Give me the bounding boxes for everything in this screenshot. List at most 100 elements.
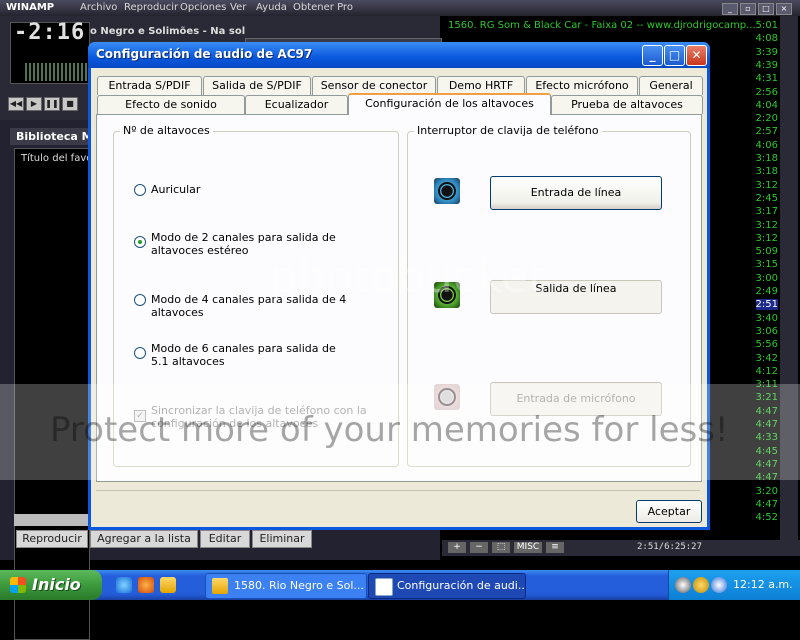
visualizer — [25, 63, 87, 81]
playlist-row-duration: 3:12 — [755, 232, 778, 244]
playlist-row-duration: 4:33 — [755, 432, 778, 444]
window-task-icon — [375, 578, 393, 596]
pause-button[interactable]: ❚❚ — [44, 97, 60, 111]
menu-reproducir[interactable]: Reproducir — [124, 2, 178, 13]
tab-equalizer[interactable]: Ecualizador — [245, 95, 348, 114]
speakers-group-label: Nº de altavoces — [120, 124, 213, 137]
playlist-footer: + − ⬚ MISC ≡ 2:51/6:25:27 — [442, 540, 800, 556]
task-audio-config[interactable]: Configuración de audi... — [368, 573, 526, 599]
playlist-row-duration: 2:45 — [755, 192, 778, 204]
playlist-add-button[interactable]: + — [448, 542, 466, 553]
playlist-row-duration: 3:20 — [755, 485, 778, 497]
playlist-row-duration: 3:12 — [755, 219, 778, 231]
playlist-scrollbar[interactable] — [780, 16, 798, 552]
radio-headphones-label[interactable]: Auricular — [151, 183, 381, 196]
winamp-tray-icon[interactable] — [693, 577, 709, 593]
stop-button[interactable]: ■ — [62, 97, 78, 111]
volume-icon[interactable] — [711, 577, 727, 593]
play-button[interactable]: ▶ — [26, 97, 42, 111]
tab-spdif-out[interactable]: Salida de S/PDIF — [203, 76, 311, 95]
winamp-song-title: o Negro e Solimões - Na sol — [90, 26, 246, 37]
playlist-row-duration: 3:18 — [755, 166, 778, 178]
winamp-time[interactable]: -2:16 — [14, 20, 85, 45]
menu-opciones[interactable]: Opciones — [180, 2, 226, 13]
footer-separator — [96, 490, 700, 491]
playlist-select-button[interactable]: ⬚ — [492, 542, 510, 553]
playlist-row-duration: 4:08 — [755, 33, 778, 45]
playlist-row-duration: 3:42 — [755, 352, 778, 364]
playlist-row-duration: 2:20 — [755, 113, 778, 125]
audio-manager-icon[interactable] — [675, 577, 691, 593]
minimize-button[interactable]: _ — [642, 45, 663, 66]
playlist-row-duration: 3:12 — [755, 179, 778, 191]
playlist-row-title: 1560. RG Som & Black Car - Faixa 02 -- w… — [448, 20, 756, 31]
radio-4-channel[interactable] — [134, 294, 146, 306]
winamp-quicklaunch-icon[interactable] — [160, 577, 176, 593]
playlist-list-button[interactable]: ≡ — [546, 542, 564, 553]
tab-sound-effect[interactable]: Efecto de sonido — [97, 95, 245, 114]
playlist-row-duration: 4:52 — [755, 512, 778, 524]
transport-controls: ◀◀ ▶ ❚❚ ■ — [8, 96, 80, 111]
playlist-row-duration: 3:21 — [755, 392, 778, 404]
tab-general[interactable]: General — [639, 76, 703, 95]
radio-6-channel[interactable] — [134, 347, 146, 359]
library-scrollbar[interactable] — [14, 514, 88, 526]
line-in-button[interactable]: Entrada de línea — [490, 176, 662, 210]
playlist-row-duration: 4:47 — [755, 458, 778, 470]
tab-spdif-in[interactable]: Entrada S/PDIF — [97, 76, 202, 95]
dialog-title: Configuración de audio de AC97 — [96, 47, 313, 61]
playlist-row-duration: 4:12 — [755, 365, 778, 377]
start-button[interactable]: Inicio — [0, 570, 102, 600]
playlist-row-duration: 2:56 — [755, 86, 778, 98]
maximize-button[interactable]: □ — [664, 45, 685, 66]
clock[interactable]: 12:12 a.m. — [733, 578, 793, 591]
radio-2-channel[interactable] — [134, 236, 146, 248]
playlist-row[interactable]: 1560. RG Som & Black Car - Faixa 02 -- w… — [442, 20, 778, 33]
playlist-row-duration: 2:49 — [755, 286, 778, 297]
tab-speaker-test[interactable]: Prueba de altavoces — [551, 95, 703, 114]
playlist-remove-button[interactable]: − — [470, 542, 488, 553]
playlist-row-duration: 4:47 — [755, 472, 778, 484]
playlist-row-duration: 4:04 — [755, 99, 778, 111]
playlist-row-duration: 5:01 — [755, 20, 778, 31]
winamp-maximize-button[interactable]: □ — [758, 3, 774, 15]
task-winamp-label: 1580. Rio Negro e Sol... — [234, 579, 364, 592]
playlist-row-duration: 2:57 — [755, 126, 778, 138]
winamp-shade-button[interactable]: ▫ — [740, 3, 756, 15]
dialog-titlebar[interactable]: Configuración de audio de AC97 _ □ ✕ — [88, 42, 710, 68]
previous-button[interactable]: ◀◀ — [8, 97, 24, 111]
task-winamp[interactable]: 1580. Rio Negro e Sol... — [205, 573, 367, 599]
delete-button[interactable]: Eliminar — [252, 530, 312, 548]
ie-icon[interactable] — [116, 577, 132, 593]
playlist-time: 2:51/6:25:27 — [637, 542, 703, 552]
mic-in-jack-icon — [434, 384, 460, 410]
playlist-row-duration: 3:40 — [755, 312, 778, 324]
add-to-list-button[interactable]: Agregar a la lista — [90, 530, 198, 548]
playlist-row-duration: 5:09 — [755, 246, 778, 258]
playlist-row-duration: 4:39 — [755, 59, 778, 71]
library-list[interactable]: Título del favo — [14, 148, 92, 640]
menu-ayuda[interactable]: Ayuda — [256, 2, 287, 13]
radio-headphones[interactable] — [134, 184, 146, 196]
playlist-row-duration: 3:06 — [755, 325, 778, 337]
close-button[interactable]: ✕ — [686, 45, 707, 66]
jack-switch-group-label: Interruptor de clavija de teléfono — [414, 124, 602, 137]
playlist-row-duration: 5:56 — [755, 339, 778, 351]
playlist-misc-button[interactable]: MISC — [514, 542, 542, 553]
menu-archivo[interactable]: Archivo — [80, 2, 117, 13]
winamp-task-icon — [212, 578, 228, 594]
edit-button[interactable]: Editar — [200, 530, 250, 548]
firefox-icon[interactable] — [138, 577, 154, 593]
play-library-button[interactable]: Reproducir — [16, 530, 88, 548]
playlist-row-duration: 4:06 — [755, 139, 778, 151]
playlist-row-duration: 3:18 — [755, 153, 778, 164]
library-column-header[interactable]: Título del favo — [21, 153, 92, 164]
playlist-row-duration: 3:17 — [755, 206, 778, 218]
accept-button[interactable]: Aceptar — [636, 500, 702, 523]
winamp-minimize-button[interactable]: _ — [722, 3, 738, 15]
radio-6-channel-label[interactable]: Modo de 6 canales para salida de 5.1 alt… — [151, 342, 351, 368]
menu-ver[interactable]: Ver — [230, 2, 246, 13]
menu-obtener-pro[interactable]: Obtener Pro — [293, 2, 353, 13]
tab-speaker-config[interactable]: Configuración de los altavoces — [348, 93, 551, 115]
winamp-close-button[interactable]: × — [776, 3, 792, 15]
